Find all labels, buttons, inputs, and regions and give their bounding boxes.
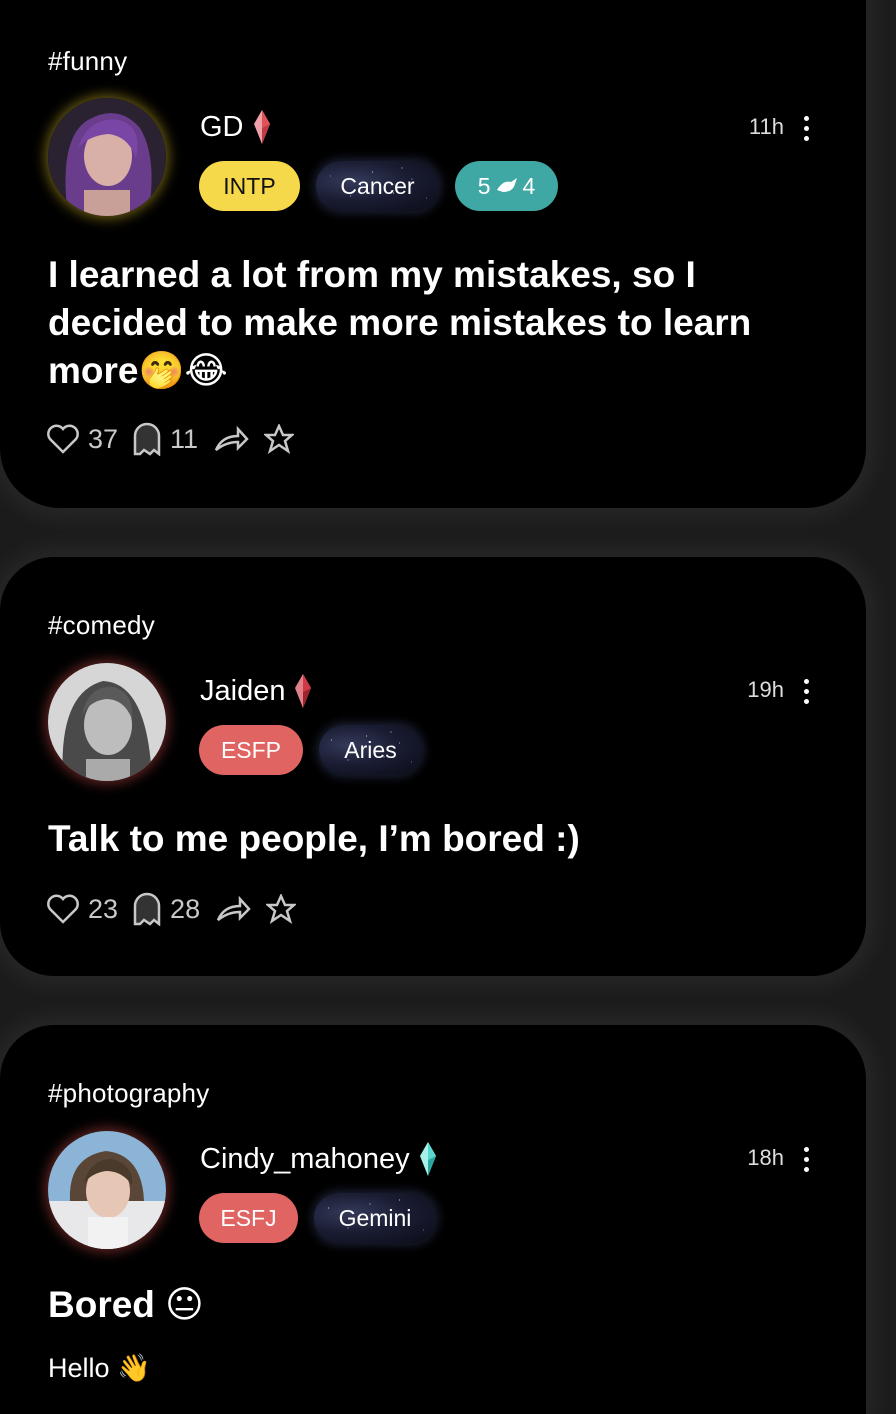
mbti-label: ESFP	[220, 736, 282, 763]
level-badge[interactable]: 5 4	[455, 161, 558, 211]
mbti-label: INTP	[223, 172, 276, 199]
post-time: 19h	[747, 677, 784, 702]
post-card[interactable]: #funny GD 11h INTP Cancer 5 4 I learned …	[0, 0, 866, 508]
post-text[interactable]: Talk to me people, I’m bored :)	[48, 815, 786, 863]
post-card[interactable]: #comedy Jaiden 19h ESFP Aries Talk to me…	[0, 557, 866, 976]
username-text: GD	[200, 110, 244, 143]
bird-icon	[496, 178, 517, 192]
username[interactable]: Jaiden	[200, 672, 313, 710]
like-count: 23	[88, 893, 119, 924]
post-actions: 37 11	[46, 422, 295, 456]
gem-icon	[295, 674, 312, 708]
zodiac-label: Cancer	[340, 172, 415, 199]
more-vertical-icon[interactable]	[804, 1147, 810, 1172]
star-icon[interactable]	[264, 424, 295, 454]
star-icon[interactable]	[266, 894, 297, 924]
mbti-badge[interactable]: INTP	[199, 161, 300, 211]
comment-count: 11	[170, 423, 199, 454]
badge-left-count: 5	[477, 172, 491, 199]
zodiac-label: Gemini	[338, 1204, 412, 1231]
post-body[interactable]: Hello 👋	[48, 1352, 151, 1384]
like-count: 37	[88, 423, 119, 454]
avatar[interactable]	[48, 98, 166, 216]
post-tag[interactable]: #comedy	[48, 610, 155, 641]
post-tag[interactable]: #photography	[48, 1078, 209, 1109]
heart-icon[interactable]	[46, 894, 80, 924]
gem-icon	[253, 110, 270, 144]
gem-icon	[419, 1142, 436, 1176]
avatar[interactable]	[48, 1131, 166, 1249]
post-time: 18h	[747, 1145, 784, 1170]
share-icon[interactable]	[212, 424, 250, 454]
mbti-badge[interactable]: ESFJ	[199, 1193, 298, 1243]
mbti-label: ESFJ	[220, 1204, 277, 1231]
zodiac-label: Aries	[344, 736, 397, 763]
username-text: Cindy_mahoney	[200, 1142, 410, 1175]
zodiac-badge[interactable]: Aries	[319, 725, 422, 775]
post-title[interactable]: Bored 😐	[48, 1281, 786, 1329]
post-actions: 23 28	[46, 892, 297, 926]
post-tag[interactable]: #funny	[48, 46, 127, 77]
mbti-badge[interactable]: ESFP	[199, 725, 303, 775]
share-icon[interactable]	[214, 894, 252, 924]
zodiac-badge[interactable]: Cancer	[316, 161, 439, 211]
more-vertical-icon[interactable]	[804, 116, 810, 141]
more-vertical-icon[interactable]	[804, 679, 810, 704]
post-text[interactable]: I learned a lot from my mistakes, so I d…	[48, 251, 786, 395]
username[interactable]: GD	[200, 108, 272, 146]
heart-icon[interactable]	[46, 424, 80, 454]
ghost-icon[interactable]	[132, 422, 162, 456]
badge-right-count: 4	[522, 172, 536, 199]
zodiac-badge[interactable]: Gemini	[314, 1193, 436, 1243]
post-time: 11h	[748, 114, 784, 139]
username-text: Jaiden	[200, 674, 286, 707]
ghost-icon[interactable]	[132, 892, 162, 926]
username[interactable]: Cindy_mahoney	[200, 1140, 438, 1178]
post-card[interactable]: #photography Cindy_mahoney 18h ESFJ Gemi…	[0, 1025, 866, 1414]
comment-count: 28	[170, 893, 201, 924]
avatar[interactable]	[48, 663, 166, 781]
